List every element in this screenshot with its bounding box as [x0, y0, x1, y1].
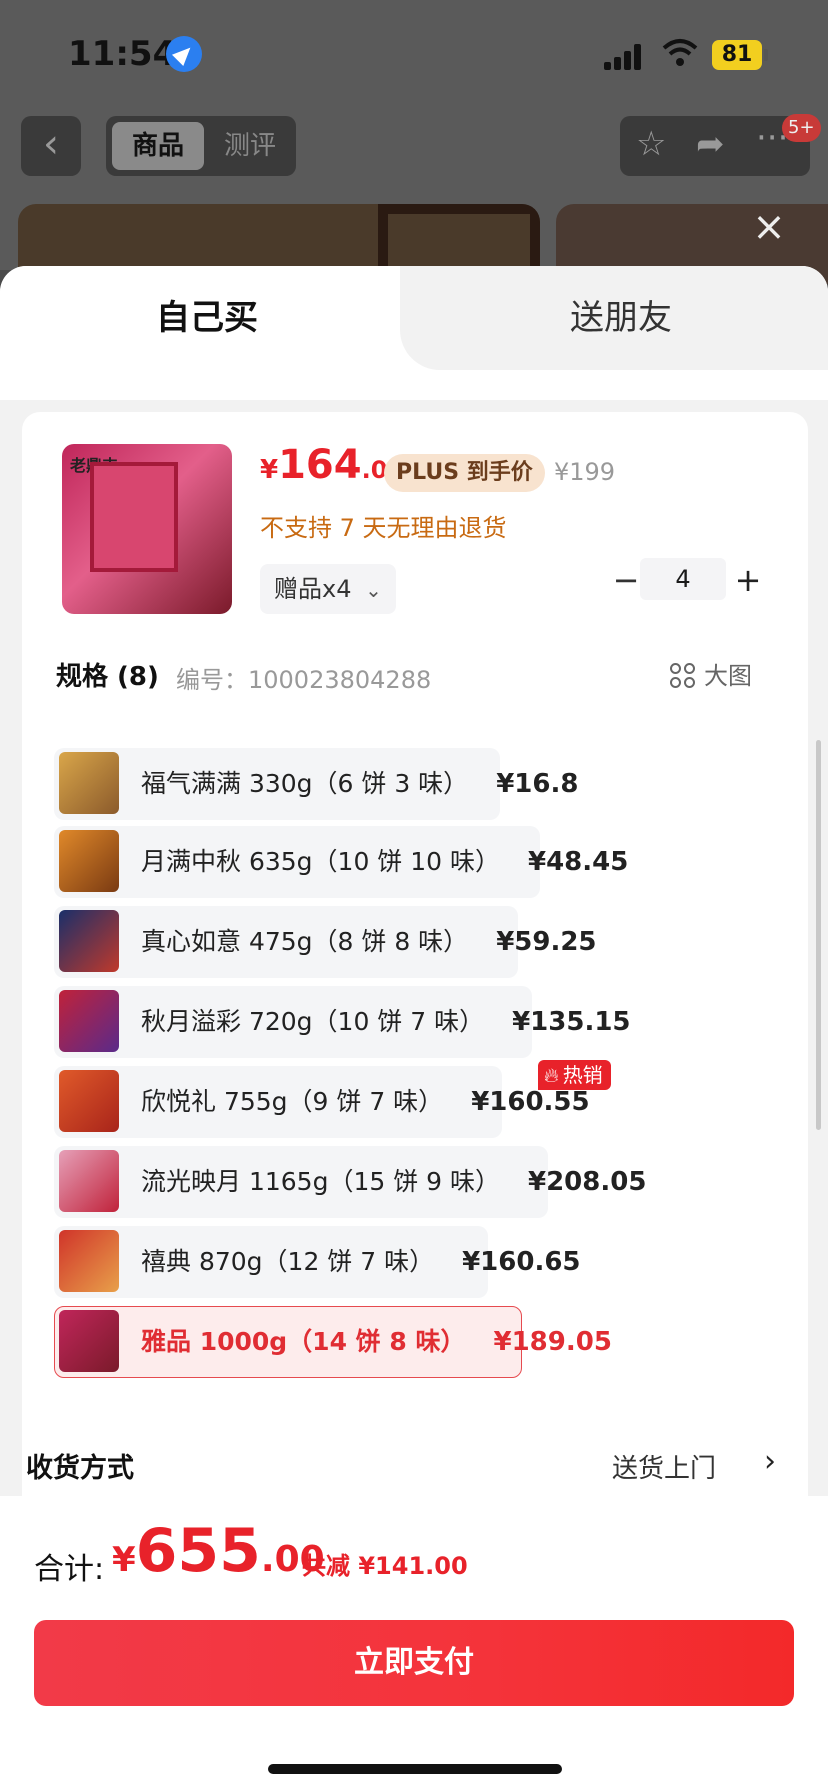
notification-badge: 5+	[782, 114, 821, 142]
status-bar: 11:54 81	[0, 0, 828, 108]
spec-title: 规格 (8)	[56, 662, 159, 692]
spec-option[interactable]: 福气满满 330g（6 饼 3 味） ¥16.8	[54, 748, 578, 820]
home-indicator	[268, 1764, 562, 1774]
tab-goods[interactable]: 商品	[112, 122, 204, 170]
spec-price: ¥189.05	[493, 1327, 612, 1357]
spec-thumbnail	[59, 990, 119, 1052]
spec-option[interactable]: 月满中秋 635g（10 饼 10 味） ¥48.45	[54, 826, 628, 898]
big-image-toggle[interactable]: 大图	[670, 656, 752, 691]
spec-name: 流光映月 1165g（15 饼 9 味）	[141, 1167, 500, 1196]
close-icon[interactable]: ×	[752, 207, 786, 247]
hot-sale-badge: 🔥︎ 热销	[538, 1060, 611, 1090]
spec-option[interactable]: 流光映月 1165g（15 饼 9 味） ¥208.05	[54, 1146, 646, 1218]
spec-thumbnail	[59, 1150, 119, 1212]
wifi-icon	[662, 39, 698, 66]
return-policy-text: 不支持 7 天无理由退货	[260, 514, 507, 542]
spec-option-selected[interactable]: 雅品 1000g（14 饼 8 味） ¥189.05	[54, 1306, 612, 1378]
spec-price: ¥160.65	[462, 1247, 581, 1277]
spec-price: ¥160.55	[471, 1087, 590, 1117]
chevron-right-icon: ›	[764, 1444, 776, 1479]
spec-name: 月满中秋 635g（10 饼 10 味）	[141, 847, 500, 876]
spec-option[interactable]: 欣悦礼 755g（9 饼 7 味） ¥160.55	[54, 1066, 590, 1138]
original-price: ¥199	[554, 458, 616, 486]
battery-level: 81	[712, 40, 762, 70]
pay-now-button[interactable]: 立即支付	[34, 1620, 794, 1706]
spec-name: 真心如意 475g（8 饼 8 味）	[141, 927, 469, 956]
spec-thumbnail	[59, 1310, 119, 1372]
share-icon[interactable]: ➦	[696, 124, 725, 164]
purchase-tab-bar: 自己买 送朋友	[0, 266, 828, 400]
shipping-value: 送货上门	[612, 1454, 717, 1484]
spec-price: ¥59.25	[496, 927, 597, 957]
spec-price: ¥135.15	[512, 1007, 631, 1037]
spec-name: 欣悦礼 755g（9 饼 7 味）	[141, 1087, 444, 1116]
checkout-footer: 合计: ¥655.00 共减 ¥141.00 立即支付	[0, 1496, 828, 1792]
cellular-signal-icon	[604, 44, 644, 70]
scrollbar[interactable]	[816, 740, 821, 1130]
spec-price: ¥208.05	[528, 1167, 647, 1197]
quantity-increase-button[interactable]: +	[726, 560, 770, 600]
spec-thumbnail	[59, 830, 119, 892]
spec-name: 福气满满 330g（6 饼 3 味）	[141, 769, 469, 798]
current-price: ¥164.05	[260, 442, 405, 488]
spec-thumbnail	[59, 1230, 119, 1292]
spec-price: ¥48.45	[528, 847, 629, 877]
spec-option[interactable]: 禧典 870g（12 饼 7 味） ¥160.65	[54, 1226, 581, 1298]
grid-icon	[670, 663, 696, 689]
spec-price: ¥16.8	[496, 769, 579, 799]
spec-name: 秋月溢彩 720g（10 饼 7 味）	[141, 1007, 485, 1036]
product-image[interactable]: 老鼎丰	[62, 444, 232, 614]
discount-text: 共减 ¥141.00	[302, 1552, 468, 1580]
spec-thumbnail	[59, 910, 119, 972]
spec-name: 雅品 1000g（14 饼 8 味）	[141, 1327, 466, 1356]
star-icon[interactable]: ☆	[636, 124, 666, 164]
tab-send-to-friend[interactable]: 送朋友	[414, 290, 828, 339]
battery-tip-icon	[764, 49, 768, 61]
chevron-left-icon: ‹	[43, 121, 59, 167]
total-price: ¥655.00	[112, 1516, 325, 1586]
spec-thumbnail	[59, 752, 119, 814]
total-label: 合计:	[34, 1552, 105, 1587]
location-arrow-icon	[166, 36, 202, 72]
spec-option[interactable]: 秋月溢彩 720g（10 饼 7 味） ¥135.15	[54, 986, 631, 1058]
plus-price-tag: PLUS 到手价	[384, 454, 545, 492]
back-button[interactable]: ‹	[21, 116, 81, 176]
quantity-input[interactable]: 4	[640, 558, 726, 600]
shipping-title: 收货方式	[26, 1453, 134, 1484]
chevron-down-icon: ⌄	[365, 578, 382, 602]
spec-thumbnail	[59, 1070, 119, 1132]
gift-dropdown[interactable]: 赠品x4 ⌄	[260, 564, 396, 614]
tab-buy-for-self[interactable]: 自己买	[0, 290, 414, 339]
flame-icon: 🔥︎	[544, 1063, 559, 1087]
status-time: 11:54	[68, 34, 177, 74]
top-segment-control: 商品 测评	[106, 116, 296, 176]
sku-number: 编号：100023804288	[176, 666, 432, 694]
tab-review[interactable]: 测评	[210, 122, 290, 170]
spec-option[interactable]: 真心如意 475g（8 饼 8 味） ¥59.25	[54, 906, 597, 978]
spec-name: 禧典 870g（12 饼 7 味）	[141, 1247, 435, 1276]
